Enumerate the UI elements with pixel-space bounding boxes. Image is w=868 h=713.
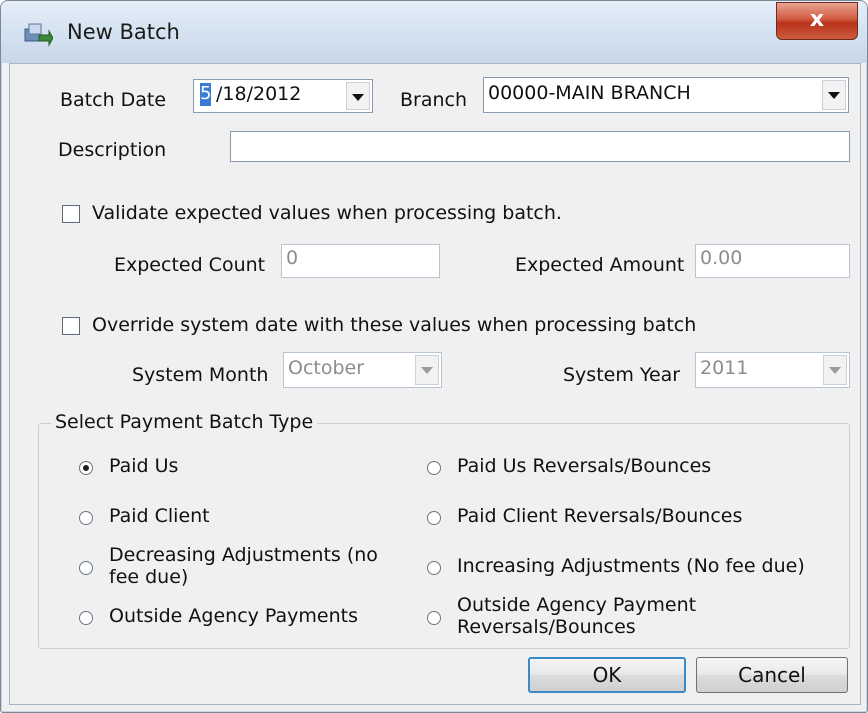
- cancel-button[interactable]: Cancel: [696, 657, 848, 693]
- radio-paid-client-reversals-label: Paid Client Reversals/Bounces: [457, 505, 743, 527]
- validate-expected-checkbox[interactable]: [62, 205, 80, 223]
- system-month-label: System Month: [132, 364, 269, 386]
- ok-button[interactable]: OK: [528, 657, 686, 693]
- payment-batch-type-title: Select Payment Batch Type: [51, 411, 318, 433]
- radio-increasing-adjustments[interactable]: [427, 561, 441, 575]
- chevron-down-icon: [828, 92, 840, 99]
- radio-outside-agency-reversals[interactable]: [427, 611, 441, 625]
- description-input[interactable]: [230, 131, 850, 162]
- batch-date-label: Batch Date: [60, 89, 167, 111]
- radio-paid-us[interactable]: [79, 461, 93, 475]
- radio-outside-agency-reversals-label-1: Outside Agency Payment: [457, 594, 697, 616]
- system-year-dropdown-button[interactable]: [823, 355, 847, 385]
- chevron-down-icon: [829, 367, 841, 374]
- override-date-label: Override system date with these values w…: [92, 314, 697, 336]
- expected-amount-label: Expected Amount: [515, 254, 685, 276]
- radio-decreasing-adjustments-label-1: Decreasing Adjustments (no: [109, 544, 378, 566]
- close-button[interactable]: x: [776, 2, 858, 40]
- payment-batch-type-group: Select Payment Batch Type Paid Us Paid C…: [38, 411, 850, 649]
- radio-paid-us-label: Paid Us: [109, 455, 179, 477]
- window-title: New Batch: [67, 20, 180, 44]
- branch-dropdown-button[interactable]: [822, 80, 846, 110]
- radio-outside-agency-reversals-label-2: Reversals/Bounces: [457, 616, 636, 638]
- validate-expected-label: Validate expected values when processing…: [92, 202, 562, 224]
- system-month-dropdown-button[interactable]: [415, 355, 439, 385]
- radio-paid-client-label: Paid Client: [109, 505, 210, 527]
- system-month-select[interactable]: October: [283, 352, 442, 388]
- expected-count-input[interactable]: 0: [281, 244, 440, 278]
- radio-paid-client-reversals[interactable]: [427, 511, 441, 525]
- expected-count-label: Expected Count: [114, 254, 266, 276]
- override-date-checkbox[interactable]: [62, 317, 80, 335]
- system-year-select[interactable]: 2011: [695, 352, 850, 388]
- chevron-down-icon: [352, 94, 364, 101]
- batch-window-icon: [24, 23, 53, 47]
- title-bar[interactable]: New Batch x: [1, 1, 867, 63]
- radio-outside-agency-payments[interactable]: [79, 611, 93, 625]
- branch-select[interactable]: 00000-MAIN BRANCH: [483, 77, 849, 113]
- branch-value: 00000-MAIN BRANCH: [488, 82, 691, 104]
- batch-date-month-selection[interactable]: 5: [200, 83, 211, 106]
- expected-amount-input[interactable]: 0.00: [695, 244, 850, 278]
- radio-increasing-adjustments-label: Increasing Adjustments (No fee due): [457, 555, 805, 577]
- description-label: Description: [58, 139, 167, 161]
- radio-paid-us-reversals-label: Paid Us Reversals/Bounces: [457, 455, 712, 477]
- radio-outside-agency-payments-label: Outside Agency Payments: [109, 605, 359, 627]
- radio-decreasing-adjustments[interactable]: [79, 561, 93, 575]
- system-year-label: System Year: [563, 364, 681, 386]
- dialog-body: Batch Date 5 /18/2012 Branch 00000-MAIN …: [9, 63, 861, 705]
- close-icon: x: [809, 7, 825, 32]
- radio-decreasing-adjustments-label-2: fee due): [109, 566, 189, 588]
- batch-date-value: /18/2012: [216, 83, 302, 105]
- radio-paid-client[interactable]: [79, 511, 93, 525]
- batch-date-picker[interactable]: 5 /18/2012: [193, 79, 373, 113]
- batch-date-dropdown-button[interactable]: [346, 82, 370, 110]
- chevron-down-icon: [421, 367, 433, 374]
- radio-paid-us-reversals[interactable]: [427, 461, 441, 475]
- branch-label: Branch: [400, 89, 468, 111]
- new-batch-window: New Batch x Batch Date 5 /18/2012 Branch…: [0, 0, 868, 713]
